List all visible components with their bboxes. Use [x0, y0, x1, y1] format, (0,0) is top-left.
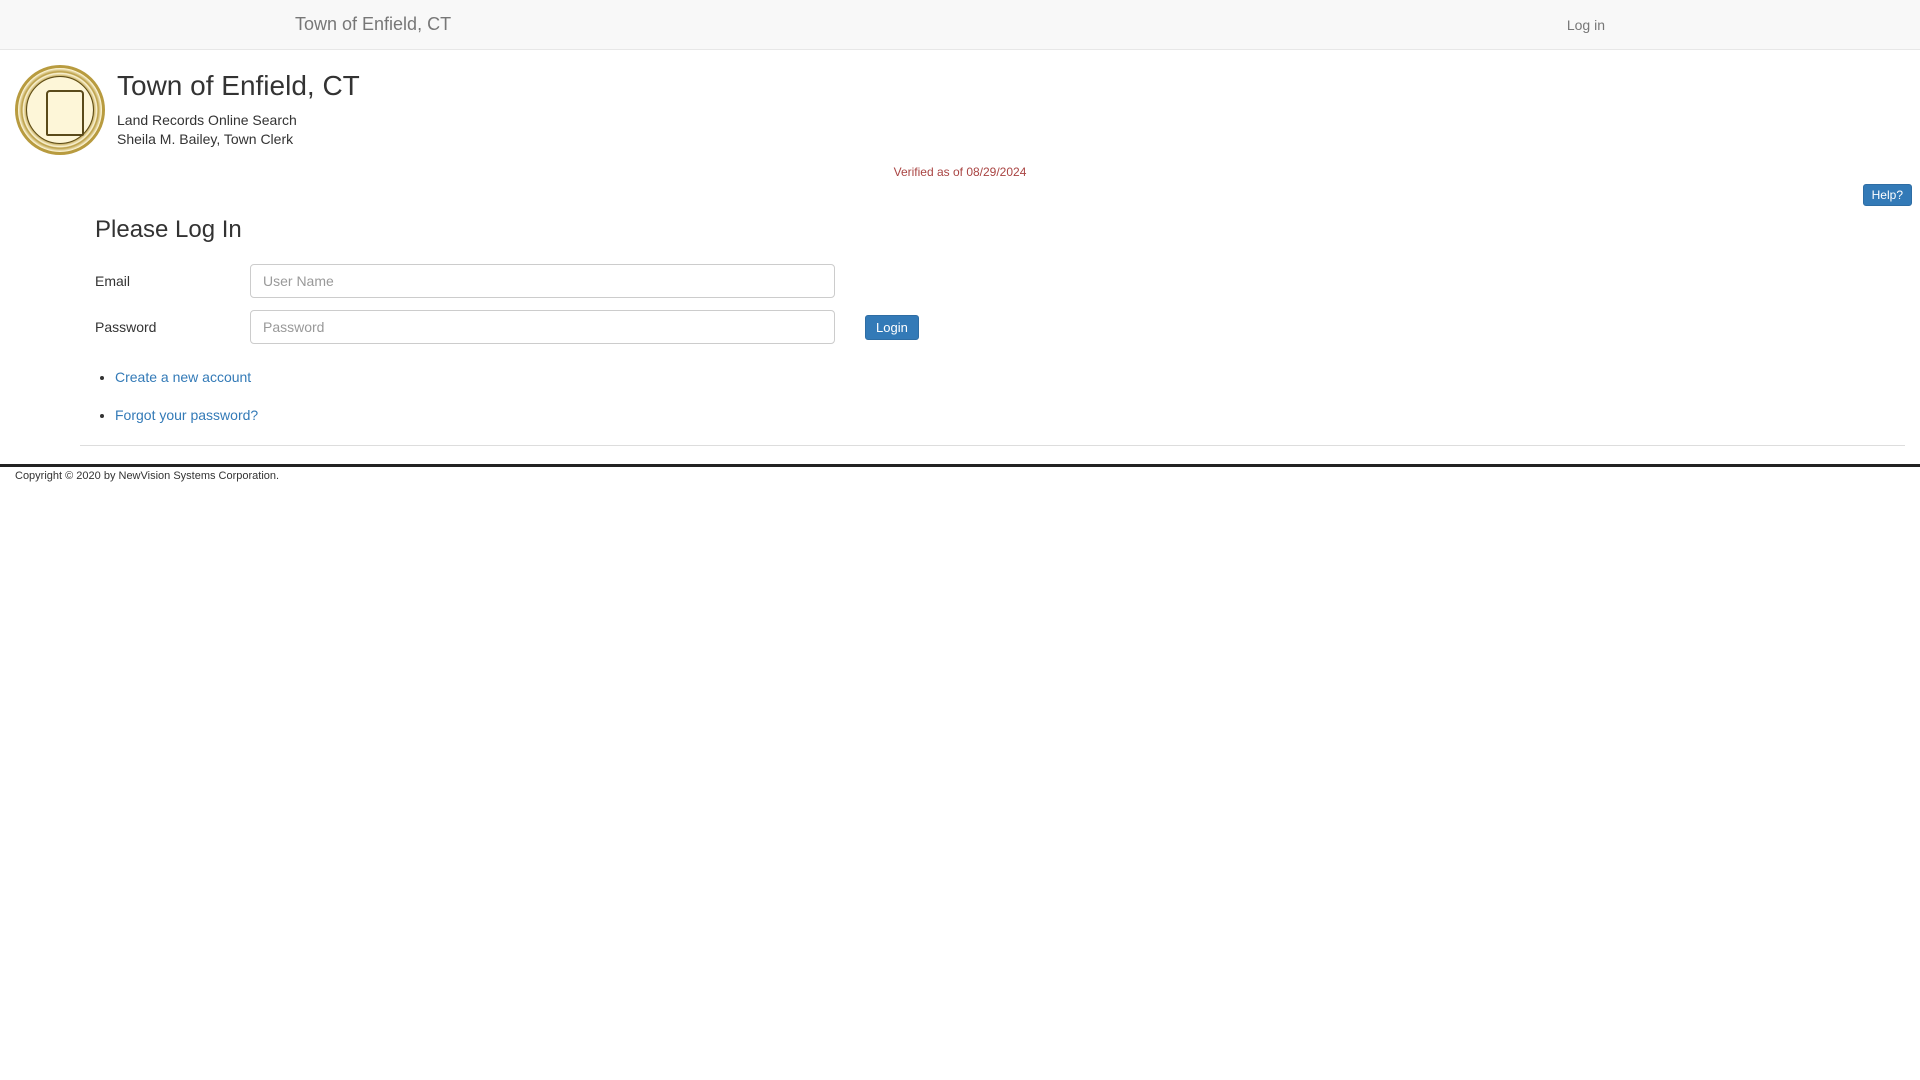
- login-heading: Please Log In: [95, 216, 1905, 244]
- subtitle-clerk: Sheila M. Bailey, Town Clerk: [117, 131, 360, 147]
- login-content: Please Log In Email Password Login Creat…: [0, 206, 1920, 423]
- town-seal-icon: [15, 65, 105, 155]
- header-row: Town of Enfield, CT Land Records Online …: [0, 50, 1920, 155]
- navbar: Town of Enfield, CT Log in: [0, 0, 1920, 50]
- forgot-password-link[interactable]: Forgot your password?: [115, 407, 258, 423]
- email-label: Email: [95, 273, 250, 289]
- help-row: Help?: [0, 184, 1920, 206]
- copyright-text: Copyright © 2020 by NewVision Systems Co…: [0, 467, 1920, 482]
- navbar-right: Log in: [1567, 17, 1605, 33]
- email-input[interactable]: [250, 264, 835, 298]
- login-link[interactable]: Log in: [1567, 17, 1605, 33]
- verified-status: Verified as of 08/29/2024: [0, 165, 1920, 179]
- email-row: Email: [95, 264, 1905, 298]
- links-list: Create a new account Forgot your passwor…: [115, 369, 1905, 423]
- login-button[interactable]: Login: [865, 315, 919, 340]
- password-input[interactable]: [250, 310, 835, 344]
- list-item: Forgot your password?: [115, 407, 1905, 423]
- divider: [80, 445, 1905, 446]
- page-title: Town of Enfield, CT: [117, 70, 360, 102]
- help-button[interactable]: Help?: [1863, 184, 1912, 206]
- create-account-link[interactable]: Create a new account: [115, 369, 251, 385]
- navbar-brand[interactable]: Town of Enfield, CT: [295, 14, 451, 35]
- password-row: Password Login: [95, 310, 1905, 344]
- header-text: Town of Enfield, CT Land Records Online …: [117, 65, 360, 147]
- subtitle-records: Land Records Online Search: [117, 112, 360, 128]
- password-label: Password: [95, 319, 250, 335]
- divider-wrap: [0, 445, 1920, 446]
- list-item: Create a new account: [115, 369, 1905, 385]
